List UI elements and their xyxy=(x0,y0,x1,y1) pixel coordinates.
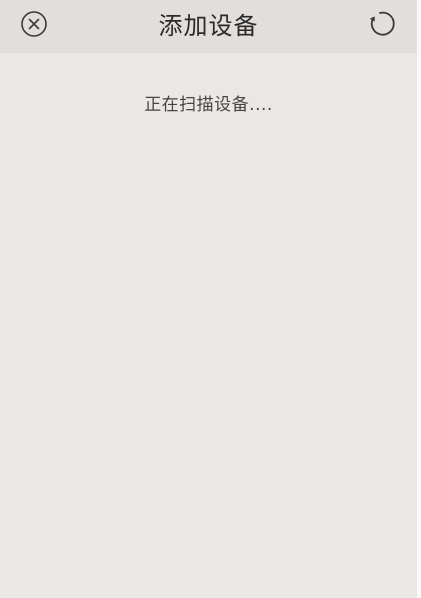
right-edge-strip xyxy=(417,0,421,598)
page-title: 添加设备 xyxy=(158,12,259,40)
add-device-screen: 添加设备 正在扫描设备.... xyxy=(0,0,417,598)
scanning-status-text: 正在扫描设备.... xyxy=(144,95,273,115)
refresh-icon xyxy=(369,11,395,36)
refresh-button[interactable] xyxy=(365,9,395,39)
top-bar: 添加设备 xyxy=(0,0,417,53)
